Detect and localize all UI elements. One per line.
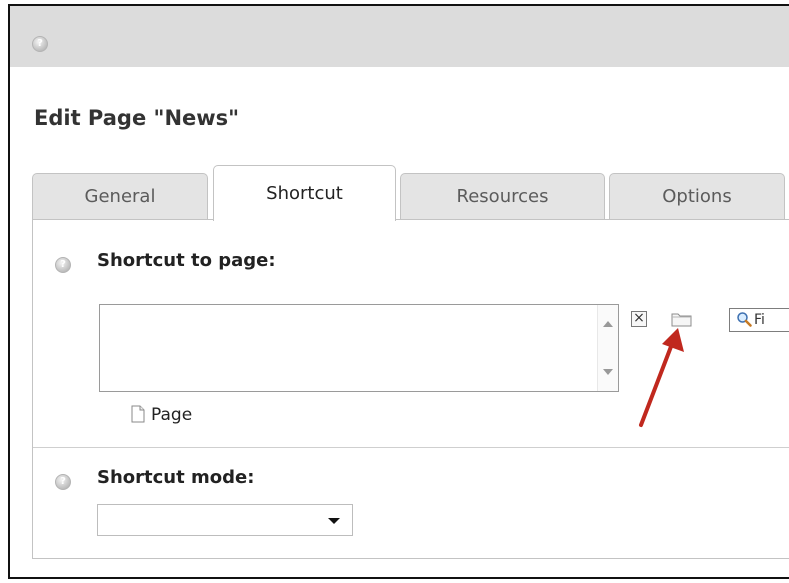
edit-page-window: ? Edit Page "News" General Shortcut Reso… xyxy=(8,4,789,579)
page-icon xyxy=(131,405,145,423)
help-icon[interactable]: ? xyxy=(32,36,48,52)
page-type-label[interactable]: Page xyxy=(151,405,192,425)
section-divider xyxy=(33,447,789,448)
page-title: Edit Page "News" xyxy=(34,106,240,130)
tab-general[interactable]: General xyxy=(32,173,208,220)
scroll-down-icon[interactable] xyxy=(603,369,613,375)
scroll-up-icon[interactable] xyxy=(603,321,613,327)
folder-icon[interactable] xyxy=(671,312,692,327)
shortcut-mode-label: Shortcut mode: xyxy=(97,467,255,488)
tab-shortcut[interactable]: Shortcut xyxy=(213,165,396,221)
help-icon[interactable]: ? xyxy=(55,474,71,490)
shortcut-mode-select[interactable] xyxy=(97,504,353,536)
list-scrollbar[interactable] xyxy=(597,305,618,391)
top-toolbar: ? xyxy=(10,6,789,67)
find-label: Fi xyxy=(754,312,765,328)
shortcut-to-page-label: Shortcut to page: xyxy=(97,250,276,271)
magnifier-icon xyxy=(737,312,752,327)
tab-resources[interactable]: Resources xyxy=(400,173,605,220)
help-icon[interactable]: ? xyxy=(55,257,71,273)
tab-options[interactable]: Options xyxy=(609,173,785,220)
remove-selected-button[interactable]: × xyxy=(631,311,647,327)
shortcut-tab-panel: ? Shortcut to page: × Fi Page ? Shortcut… xyxy=(32,219,789,559)
tab-bar: General Shortcut Resources Options xyxy=(32,165,789,221)
shortcut-target-list[interactable] xyxy=(99,304,619,392)
find-records-button[interactable]: Fi xyxy=(729,308,789,332)
chevron-down-icon xyxy=(328,518,340,524)
